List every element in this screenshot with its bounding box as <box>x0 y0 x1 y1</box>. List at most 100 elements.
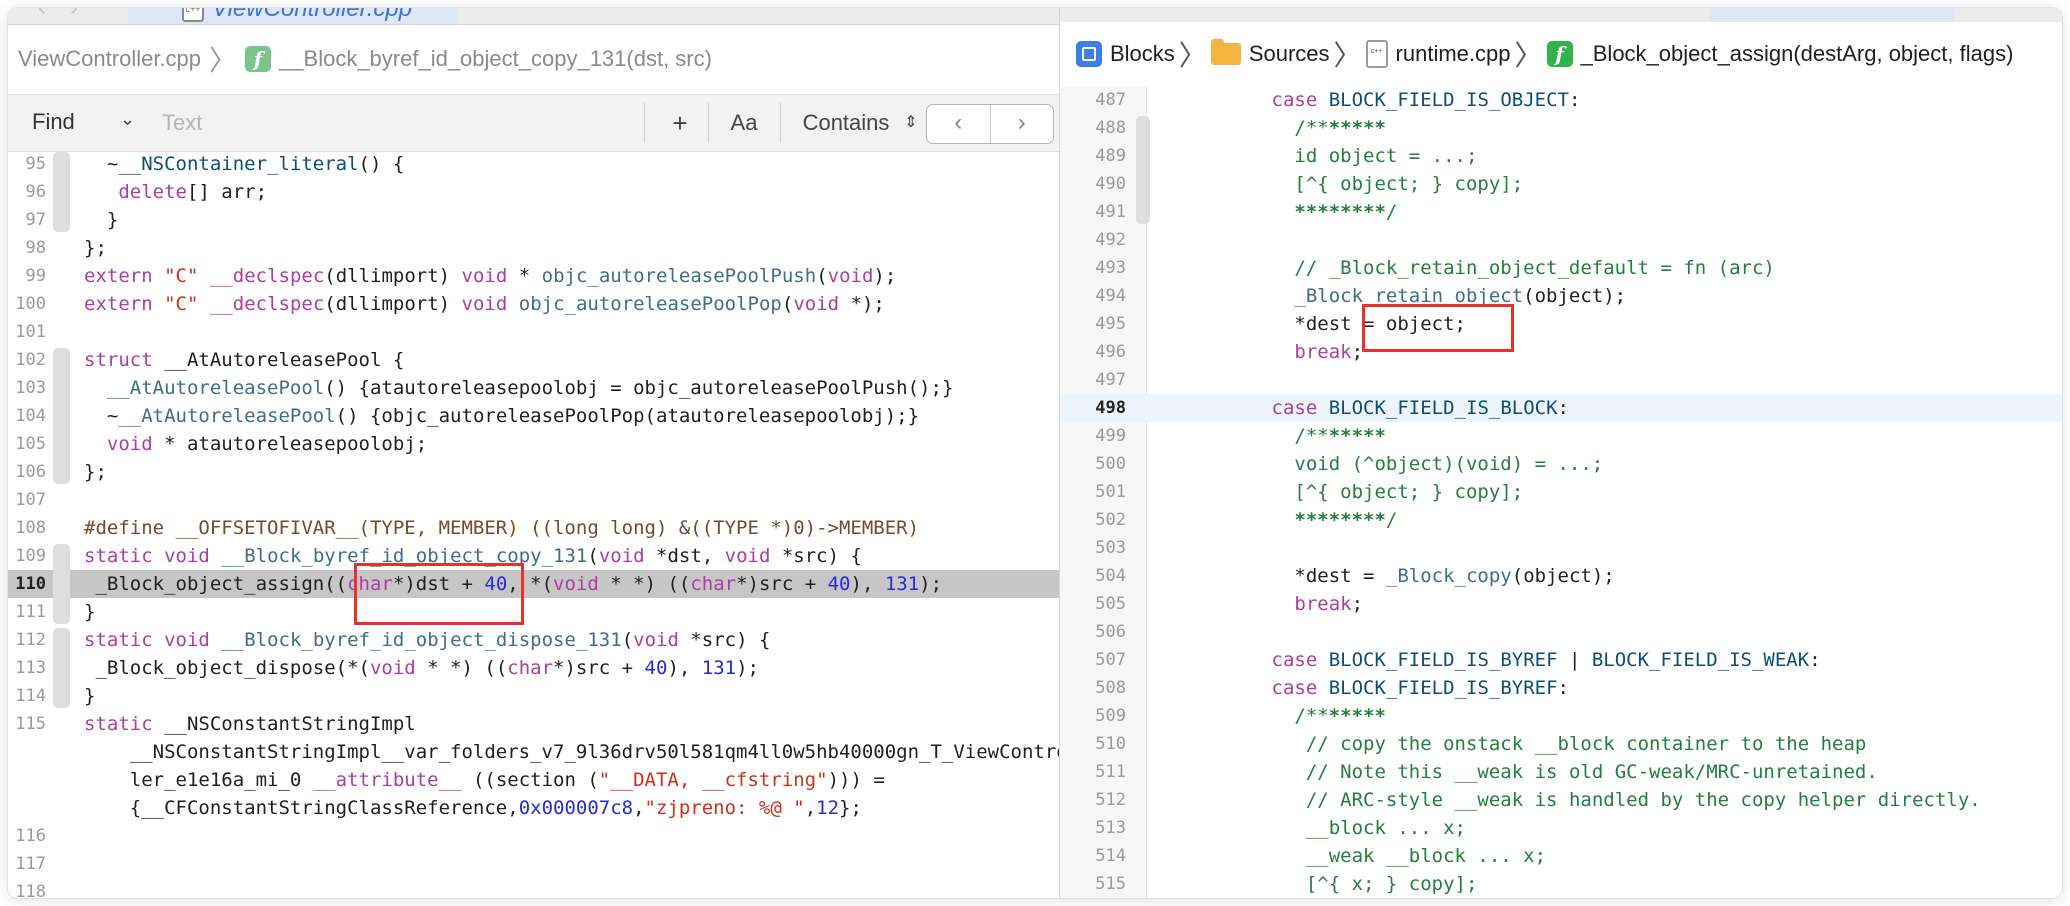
source-editor[interactable]: 487 case BLOCK_FIELD_IS_OBJECT: 488 /****… <box>1060 86 2062 898</box>
code-text[interactable]: #define __OFFSETOFIVAR__(TYPE, MEMBER) (… <box>84 514 919 542</box>
code-line[interactable]: 105 void * atautoreleasepoolobj; <box>8 430 1059 458</box>
code-line[interactable]: 496 break; <box>1060 338 2062 366</box>
code-line[interactable]: 116 <box>8 822 1059 850</box>
code-line[interactable]: 103 __AtAutoreleasePool() {atautorelease… <box>8 374 1059 402</box>
code-line[interactable]: 104 ~__AtAutoreleasePool() {objc_autorel… <box>8 402 1059 430</box>
code-line[interactable]: 507 case BLOCK_FIELD_IS_BYREF | BLOCK_FI… <box>1060 646 2062 674</box>
code-text[interactable]: /******* <box>1180 114 1386 142</box>
selected-tab[interactable] <box>1710 8 1955 22</box>
code-text[interactable]: *dest = _Block_copy(object); <box>1180 562 1614 590</box>
code-line[interactable]: __NSConstantStringImpl__var_folders_v7_9… <box>8 738 1059 766</box>
code-line[interactable]: 493 // _Block_retain_object_default = fn… <box>1060 254 2062 282</box>
code-text[interactable]: _Block_object_dispose(*(void * *) ((char… <box>84 654 759 682</box>
code-line[interactable]: 115 static __NSConstantStringImpl <box>8 710 1059 738</box>
code-text[interactable]: break; <box>1180 590 1363 618</box>
code-line[interactable]: 106}; <box>8 458 1059 486</box>
code-line[interactable]: 511 // Note this __weak is old GC-weak/M… <box>1060 758 2062 786</box>
source-editor[interactable]: 95 ~__NSContainer_literal() {96 delete[]… <box>8 150 1059 898</box>
breadcrumb-file[interactable]: runtime.cpp <box>1365 40 1511 68</box>
code-line[interactable]: 118 <box>8 878 1059 898</box>
code-line[interactable]: 102 struct __AtAutoreleasePool { <box>8 346 1059 374</box>
code-line[interactable]: 509 /******* <box>1060 702 2062 730</box>
code-text[interactable]: void * atautoreleasepoolobj; <box>84 430 427 458</box>
code-text[interactable]: /******* <box>1180 702 1386 730</box>
add-pattern-button[interactable]: + <box>660 105 700 141</box>
code-text[interactable]: } <box>84 682 95 710</box>
code-text[interactable]: case BLOCK_FIELD_IS_OBJECT: <box>1180 86 1581 114</box>
chevron-down-icon[interactable]: ⌄ <box>120 109 135 130</box>
code-text[interactable]: // _Block_retain_object_default = fn (ar… <box>1180 254 1774 282</box>
code-line[interactable]: 492 <box>1060 226 2062 254</box>
breadcrumb-project[interactable]: Blocks <box>1076 41 1175 67</box>
code-text[interactable]: *dest = object; <box>1180 310 1466 338</box>
code-line[interactable]: 487 case BLOCK_FIELD_IS_OBJECT: <box>1060 86 2062 114</box>
code-text[interactable]: extern "C" __declspec(dllimport) void ob… <box>84 290 885 318</box>
code-line[interactable]: 99 extern "C" __declspec(dllimport) void … <box>8 262 1059 290</box>
code-text[interactable]: case BLOCK_FIELD_IS_BYREF: <box>1180 674 1569 702</box>
code-line[interactable]: 490 [^{ object; } copy]; <box>1060 170 2062 198</box>
fold-ribbon[interactable] <box>53 628 70 708</box>
code-text[interactable]: } <box>84 598 95 626</box>
code-line[interactable]: 510 // copy the onstack __block containe… <box>1060 730 2062 758</box>
code-line[interactable]: 114} <box>8 682 1059 710</box>
find-previous-button[interactable]: ‹ <box>927 105 990 143</box>
code-text[interactable]: ********/ <box>1180 506 1397 534</box>
breadcrumb-folder[interactable]: Sources <box>1210 39 1330 67</box>
code-text[interactable]: ********/ <box>1180 198 1397 226</box>
code-text[interactable]: void (^object)(void) = ...; <box>1180 450 1603 478</box>
code-line[interactable]: 110 _Block_object_assign((char*)dst + 40… <box>8 570 1059 598</box>
code-line[interactable]: 97 } <box>8 206 1059 234</box>
code-text[interactable]: case BLOCK_FIELD_IS_BYREF | BLOCK_FIELD_… <box>1180 646 1821 674</box>
code-line[interactable]: 96 delete[] arr; <box>8 178 1059 206</box>
code-line[interactable]: 98}; <box>8 234 1059 262</box>
code-text[interactable]: /******* <box>1180 422 1386 450</box>
history-nav[interactable]: ‹› <box>38 8 102 22</box>
breadcrumb-function[interactable]: f __Block_byref_id_object_copy_131(dst, s… <box>245 46 712 72</box>
forward-arrow-icon[interactable]: › <box>70 8 102 21</box>
code-line[interactable]: 513 __block ... x; <box>1060 814 2062 842</box>
code-text[interactable]: [^{ object; } copy]; <box>1180 478 1523 506</box>
fold-ribbon[interactable] <box>53 152 70 232</box>
code-line[interactable]: 491 ********/ <box>1060 198 2062 226</box>
code-text[interactable]: __NSConstantStringImpl__var_folders_v7_9… <box>84 738 1059 766</box>
code-text[interactable]: ~__NSContainer_literal() { <box>84 150 404 178</box>
code-line[interactable]: 100 extern "C" __declspec(dllimport) void… <box>8 290 1059 318</box>
code-line[interactable]: 503 <box>1060 534 2062 562</box>
code-line[interactable]: 489 id object = ...; <box>1060 142 2062 170</box>
code-line[interactable]: 101 <box>8 318 1059 346</box>
code-line[interactable]: 111} <box>8 598 1059 626</box>
match-mode-select[interactable]: Contains <box>794 105 898 141</box>
code-line[interactable]: 488 /******* <box>1060 114 2062 142</box>
back-arrow-icon[interactable]: ‹ <box>38 8 70 21</box>
code-line[interactable]: 112 static void __Block_byref_id_object_d… <box>8 626 1059 654</box>
code-line[interactable]: {__CFConstantStringClassReference,0x0000… <box>8 794 1059 822</box>
code-text[interactable]: __weak __block ... x; <box>1180 842 1546 870</box>
code-text[interactable]: case BLOCK_FIELD_IS_BLOCK: <box>1180 394 1569 422</box>
code-text[interactable]: _Block_retain_object(object); <box>1180 282 1626 310</box>
code-line[interactable]: 500 void (^object)(void) = ...; <box>1060 450 2062 478</box>
code-text[interactable]: static void __Block_byref_id_object_disp… <box>84 626 770 654</box>
code-line[interactable]: 506 <box>1060 618 2062 646</box>
code-line[interactable]: 504 *dest = _Block_copy(object); <box>1060 562 2062 590</box>
code-text[interactable]: static __NSConstantStringImpl <box>84 710 416 738</box>
code-text[interactable]: _Block_object_assign((char*)dst + 40, *(… <box>84 570 942 598</box>
code-line[interactable]: ler_e1e16a_mi_0 __attribute__ ((section … <box>8 766 1059 794</box>
fold-ribbon[interactable] <box>1136 116 1150 224</box>
code-line[interactable]: 113 _Block_object_dispose(*(void * *) ((… <box>8 654 1059 682</box>
fold-ribbon[interactable] <box>53 544 70 624</box>
code-line[interactable]: 498 case BLOCK_FIELD_IS_BLOCK: <box>1060 394 2062 422</box>
code-text[interactable]: }; <box>84 458 107 486</box>
code-line[interactable]: 117 <box>8 850 1059 878</box>
code-text[interactable]: delete[] arr; <box>84 178 267 206</box>
code-text[interactable]: ~__AtAutoreleasePool() {objc_autorelease… <box>84 402 919 430</box>
code-text[interactable]: __AtAutoreleasePool() {atautoreleasepool… <box>84 374 954 402</box>
code-text[interactable]: id object = ...; <box>1180 142 1477 170</box>
find-input[interactable] <box>160 103 624 143</box>
match-case-button[interactable]: Aa <box>716 105 772 141</box>
code-line[interactable]: 502 ********/ <box>1060 506 2062 534</box>
code-text[interactable]: }; <box>84 234 107 262</box>
code-line[interactable]: 494 _Block_retain_object(object); <box>1060 282 2062 310</box>
code-line[interactable]: 108 #define __OFFSETOFIVAR__(TYPE, MEMBER… <box>8 514 1059 542</box>
code-text[interactable]: // copy the onstack __block container to… <box>1180 730 1867 758</box>
code-text[interactable]: static void __Block_byref_id_object_copy… <box>84 542 862 570</box>
